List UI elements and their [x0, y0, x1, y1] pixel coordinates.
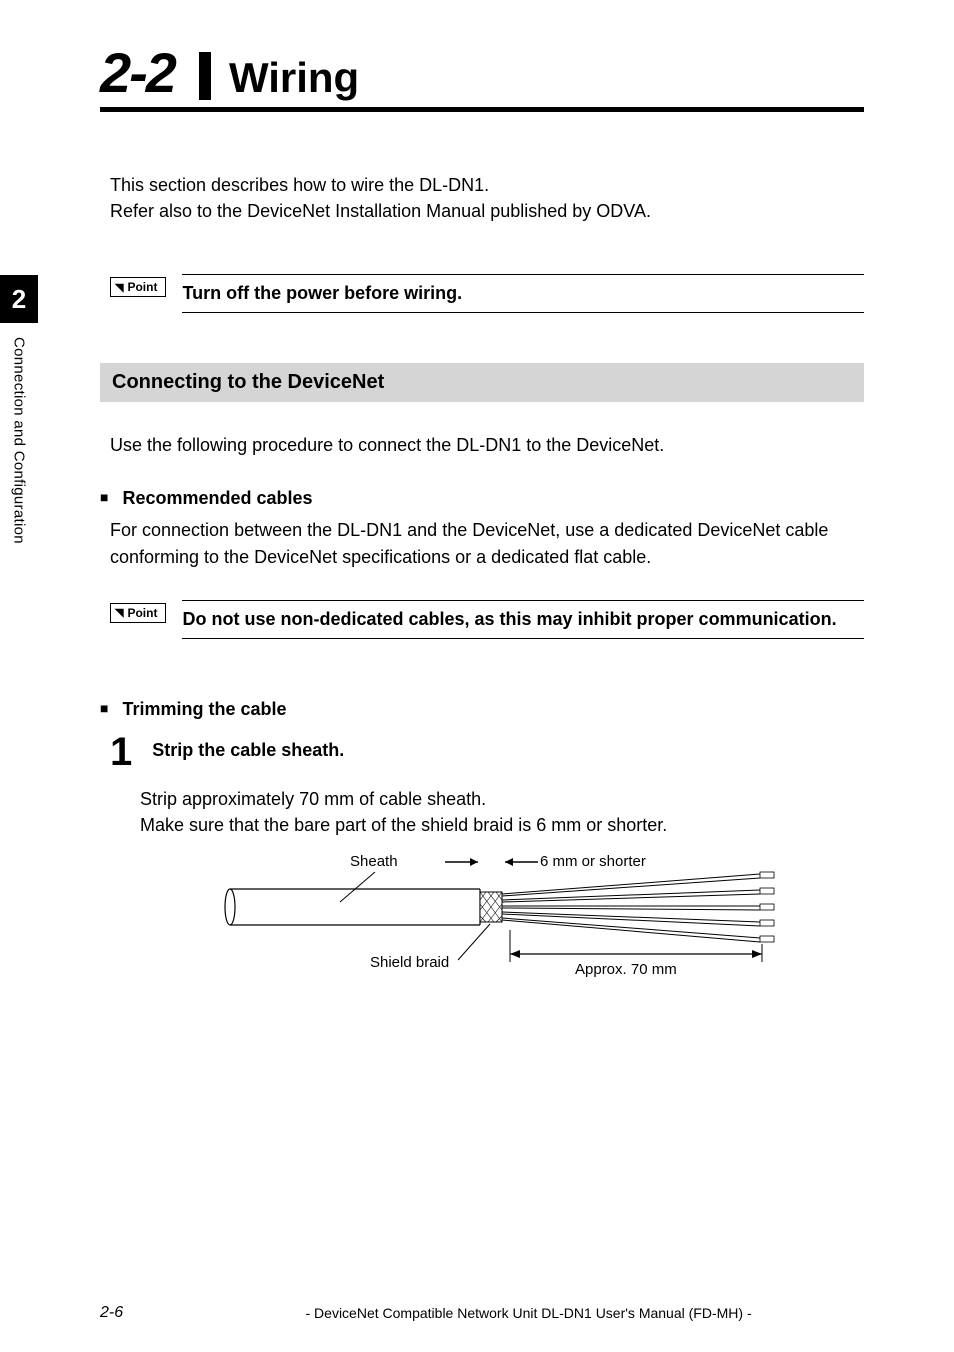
- point-callout-1: ◥ Point Turn off the power before wiring…: [110, 274, 864, 313]
- diagram-label-short: 6 mm or shorter: [540, 853, 646, 870]
- square-marker-icon: ■: [100, 489, 108, 505]
- intro-text: This section describes how to wire the D…: [110, 172, 864, 224]
- point-badge: ◥ Point: [110, 277, 166, 297]
- chapter-tab-number: 2: [0, 275, 38, 323]
- recommended-title: Recommended cables: [122, 488, 312, 509]
- subsection-body: Use the following procedure to connect t…: [110, 432, 864, 458]
- trimming-heading: ■ Trimming the cable: [100, 699, 864, 720]
- section-accent-bar: [199, 52, 211, 100]
- intro-line-2: Refer also to the DeviceNet Installation…: [110, 198, 864, 224]
- trimming-title: Trimming the cable: [122, 699, 286, 720]
- section-title: Wiring: [229, 54, 359, 102]
- recommended-body: For connection between the DL-DN1 and th…: [110, 517, 864, 569]
- side-tab: 2 Connection and Configuration: [0, 275, 38, 544]
- page-footer: 2-6 - DeviceNet Compatible Network Unit …: [0, 1304, 954, 1322]
- step-body-line-1: Strip approximately 70 mm of cable sheat…: [140, 786, 864, 812]
- point-callout-2: ◥ Point Do not use non-dedicated cables,…: [110, 600, 864, 639]
- point-icon: ◥: [115, 606, 123, 619]
- square-marker-icon: ■: [100, 700, 108, 716]
- footer-page-number: 2-6: [100, 1304, 123, 1322]
- recommended-heading: ■ Recommended cables: [100, 488, 864, 509]
- page-content: 2-2 Wiring This section describes how to…: [0, 0, 954, 997]
- footer-manual-title: - DeviceNet Compatible Network Unit DL-D…: [203, 1305, 854, 1321]
- section-header: 2-2 Wiring: [100, 40, 864, 112]
- subsection-heading: Connecting to the DeviceNet: [100, 363, 864, 402]
- cable-diagram-svg: Sheath 6 mm or shorter: [220, 852, 780, 992]
- point-icon: ◥: [115, 281, 123, 294]
- intro-line-1: This section describes how to wire the D…: [110, 172, 864, 198]
- step-body-line-2: Make sure that the bare part of the shie…: [140, 812, 864, 838]
- point-text-wrap: Do not use non-dedicated cables, as this…: [182, 600, 864, 639]
- point-text-wrap: Turn off the power before wiring.: [182, 274, 864, 313]
- point-text: Do not use non-dedicated cables, as this…: [182, 607, 864, 632]
- diagram-label-braid: Shield braid: [370, 954, 449, 971]
- step-number: 1: [110, 738, 132, 766]
- step-title: Strip the cable sheath.: [152, 738, 344, 761]
- point-badge: ◥ Point: [110, 603, 166, 623]
- section-number: 2-2: [100, 40, 175, 105]
- point-badge-label: Point: [127, 606, 157, 620]
- step-body: Strip approximately 70 mm of cable sheat…: [140, 786, 864, 838]
- diagram-label-approx: Approx. 70 mm: [575, 961, 677, 978]
- point-badge-label: Point: [127, 280, 157, 294]
- step-1-row: 1 Strip the cable sheath.: [110, 738, 864, 766]
- cable-diagram: Sheath 6 mm or shorter: [220, 852, 864, 997]
- diagram-label-sheath: Sheath: [350, 853, 398, 870]
- chapter-tab-label: Connection and Configuration: [11, 337, 28, 544]
- point-text: Turn off the power before wiring.: [182, 281, 864, 306]
